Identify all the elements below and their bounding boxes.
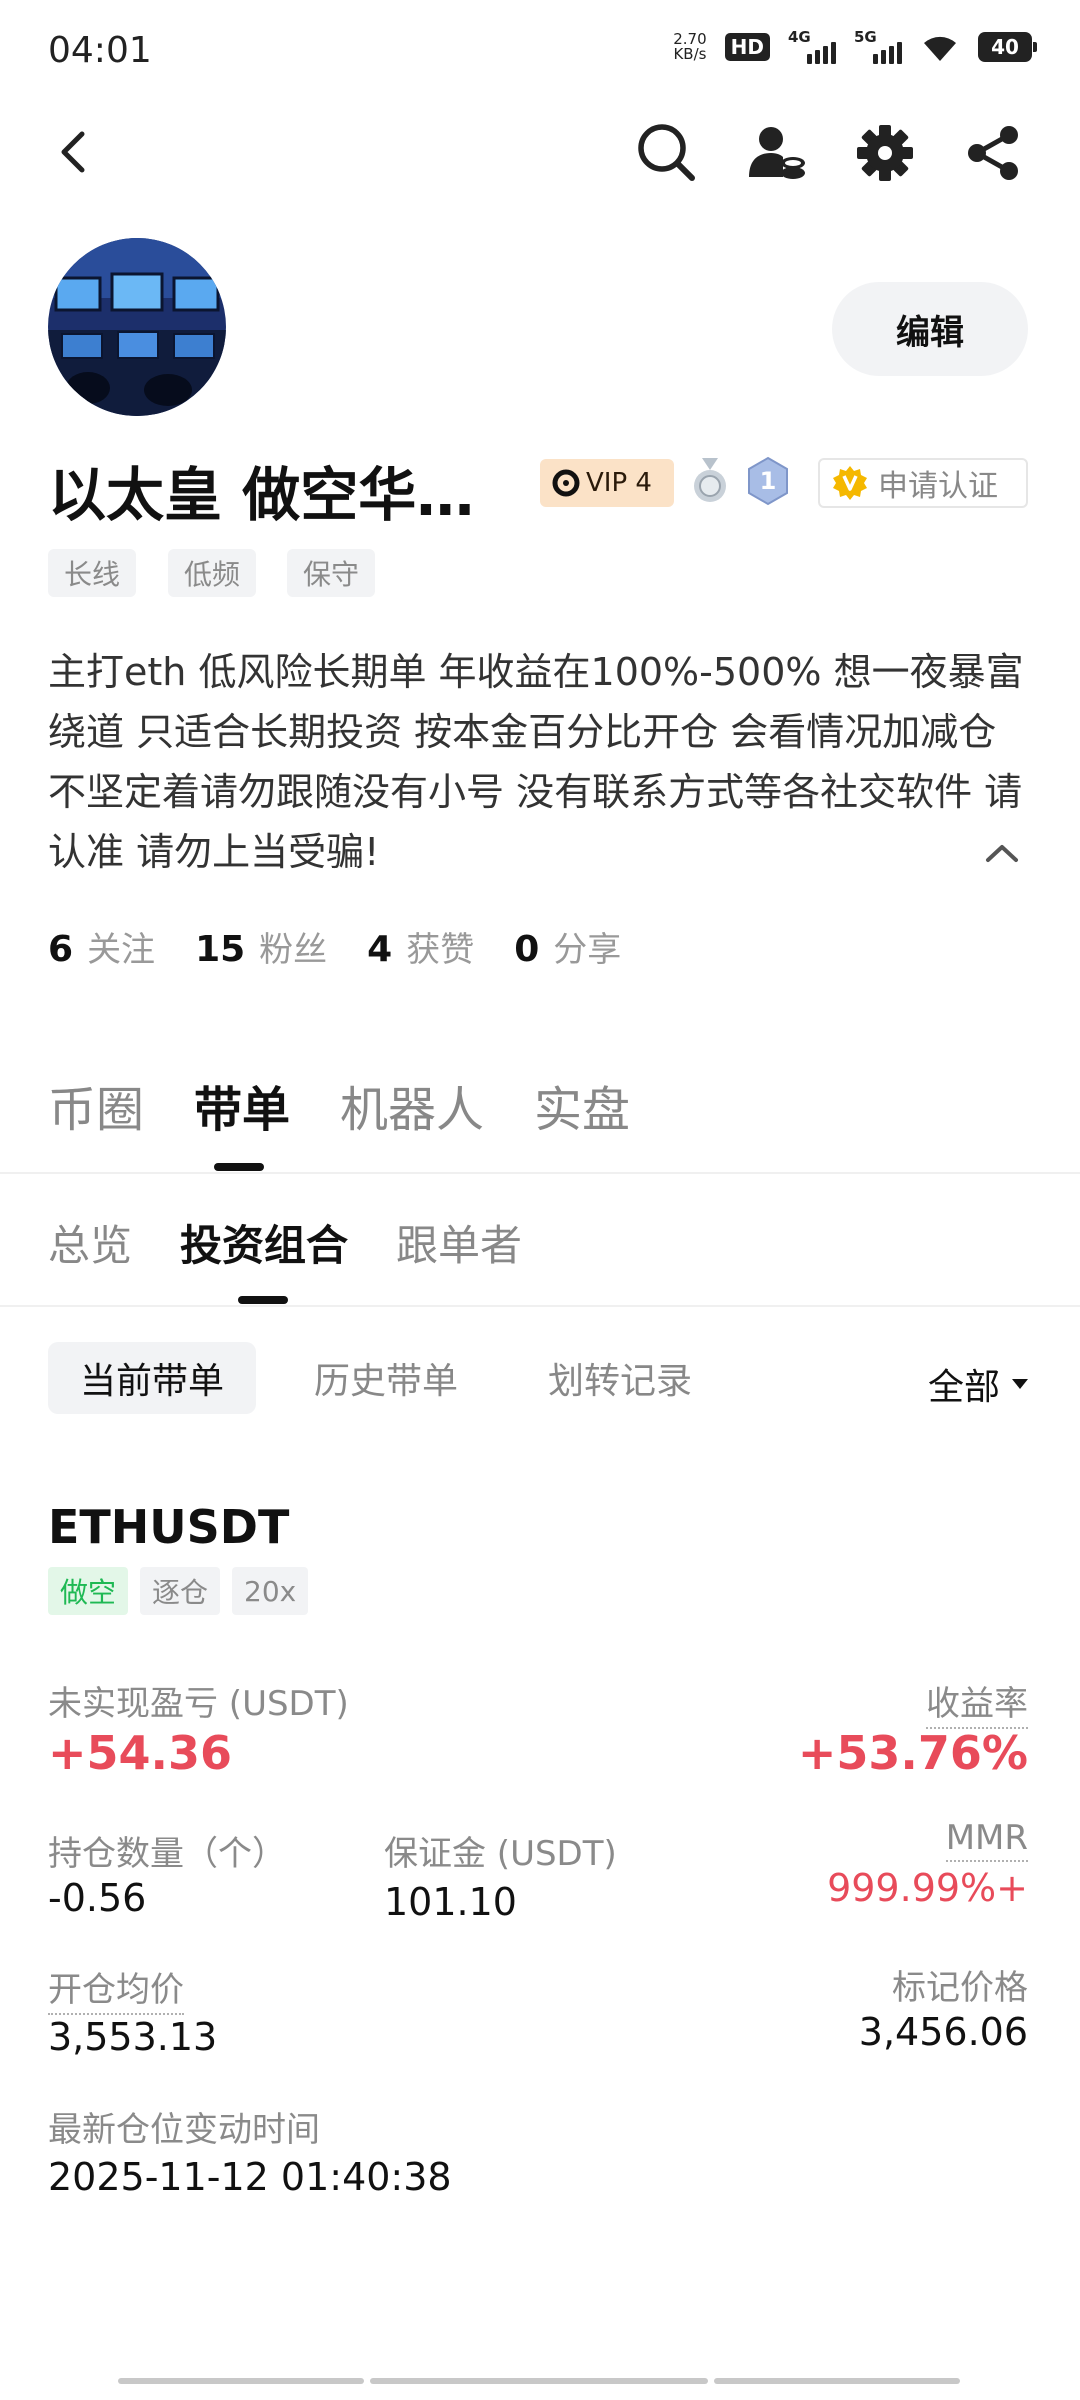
last-update-value: 2025-11-12 01:40:38 xyxy=(48,2155,452,2199)
margin-value: 101.10 xyxy=(384,1880,517,1924)
quantity-label: 持仓数量（个） xyxy=(48,1834,286,1874)
trait-tag: 保守 xyxy=(287,549,376,597)
filter-history-orders[interactable]: 历史带单 xyxy=(282,1342,490,1414)
silver-medal-icon[interactable] xyxy=(690,458,732,508)
hd-icon: HD xyxy=(724,33,770,61)
status-icons: 2.70 KB/s HD 4G 5G 40 xyxy=(673,28,1037,64)
mark-price-value: 3,456.06 xyxy=(858,2010,1028,2054)
gear-icon[interactable] xyxy=(850,118,920,188)
apply-verification-button[interactable]: 申请认证 xyxy=(818,458,1028,508)
user-coin-icon[interactable] xyxy=(742,118,812,188)
tab-portfolio[interactable]: 投资组合 xyxy=(180,1212,348,1273)
level-hexagon-icon[interactable]: 1 xyxy=(746,456,790,506)
trait-tag: 长线 xyxy=(48,549,137,597)
main-tabs: 币圈 带单 机器人 实盘 xyxy=(48,1070,630,1140)
vip-level-icon xyxy=(552,469,580,497)
likes-stat[interactable]: 4 获赞 xyxy=(367,922,474,971)
battery-icon: 40 xyxy=(978,32,1037,62)
tab-live[interactable]: 实盘 xyxy=(534,1070,630,1140)
isolated-tag: 逐仓 xyxy=(140,1567,221,1615)
home-indicator xyxy=(370,2378,708,2384)
filter-all-dropdown[interactable]: 全部 xyxy=(928,1358,1028,1410)
verify-label: 申请认证 xyxy=(878,469,998,504)
search-icon[interactable] xyxy=(632,118,702,188)
tab-bots[interactable]: 机器人 xyxy=(340,1070,484,1140)
sim1-label: 4G xyxy=(788,28,811,46)
tab-crypto-circle[interactable]: 币圈 xyxy=(48,1070,144,1140)
chevron-up-icon[interactable] xyxy=(982,840,1022,870)
profile-bio: 主打eth 低风险长期单 年收益在100%-500% 想一夜暴富绕道 只适合长期… xyxy=(48,650,1024,874)
roi-label[interactable]: 收益率 xyxy=(926,1676,1028,1729)
shares-stat[interactable]: 0 分享 xyxy=(514,922,621,971)
quantity-value: -0.56 xyxy=(48,1876,147,1920)
net-speed: 2.70 KB/s xyxy=(673,32,706,62)
entry-price-label[interactable]: 开仓均价 xyxy=(48,1962,184,2015)
mmr-value: 999.99%+ xyxy=(827,1866,1028,1910)
unrealized-pnl-value: +54.36 xyxy=(48,1726,233,1780)
vip-label: VIP 4 xyxy=(586,468,652,498)
filter-row: 当前带单 历史带单 划转记录 xyxy=(48,1342,724,1414)
stat-label: 粉丝 xyxy=(259,930,328,970)
verified-badge-icon xyxy=(833,466,867,500)
signal-4g-icon: 4G xyxy=(788,28,836,64)
signal-5g-icon: 5G xyxy=(854,28,902,64)
stat-label: 获赞 xyxy=(406,930,475,970)
share-icon[interactable] xyxy=(958,118,1028,188)
entry-price-value: 3,553.13 xyxy=(48,2015,218,2059)
roi-value: +53.76% xyxy=(797,1726,1028,1780)
followers-stat[interactable]: 15 粉丝 xyxy=(195,922,327,971)
filter-current-orders[interactable]: 当前带单 xyxy=(48,1342,257,1414)
home-indicator xyxy=(118,2378,364,2384)
stat-label: 关注 xyxy=(87,930,156,970)
filter-all-label: 全部 xyxy=(927,1367,1000,1408)
status-time: 04:01 xyxy=(48,30,152,71)
following-stat[interactable]: 6 关注 xyxy=(48,922,155,971)
divider xyxy=(0,1305,1080,1307)
sim2-label: 5G xyxy=(854,28,877,46)
stat-number: 4 xyxy=(367,929,393,970)
profile-stats: 6 关注 15 粉丝 4 获赞 0 分享 xyxy=(48,922,621,971)
leverage-tag: 20x xyxy=(232,1567,309,1615)
filter-transfer-records[interactable]: 划转记录 xyxy=(516,1342,724,1414)
avatar[interactable] xyxy=(48,238,226,416)
main-tab-indicator xyxy=(214,1163,264,1171)
short-tag: 做空 xyxy=(48,1567,129,1615)
back-icon[interactable] xyxy=(44,122,104,182)
position-symbol[interactable]: ETHUSDT xyxy=(48,1500,289,1554)
edit-profile-button[interactable]: 编辑 xyxy=(832,282,1028,376)
vip-badge[interactable]: VIP 4 xyxy=(540,459,674,507)
mmr-label[interactable]: MMR xyxy=(945,1818,1028,1862)
username: 以太皇 做空华… xyxy=(48,461,475,529)
stat-label: 分享 xyxy=(553,930,622,970)
sub-tab-indicator xyxy=(238,1296,288,1304)
stat-number: 6 xyxy=(48,929,74,970)
stat-number: 15 xyxy=(195,929,246,970)
home-indicator xyxy=(714,2378,960,2384)
divider xyxy=(0,1172,1080,1174)
sub-tabs: 总览 投资组合 跟单者 xyxy=(48,1212,522,1273)
unrealized-pnl-label: 未实现盈亏 (USDT) xyxy=(48,1684,349,1724)
position-tags: 做空 逐仓 20x xyxy=(48,1567,309,1615)
wifi-icon xyxy=(924,36,956,61)
mark-price-label: 标记价格 xyxy=(892,1968,1028,2008)
caret-down-icon xyxy=(1012,1379,1028,1389)
trait-tag: 低频 xyxy=(168,549,257,597)
tab-copy-trading[interactable]: 带单 xyxy=(194,1070,290,1140)
margin-label: 保证金 (USDT) xyxy=(384,1834,617,1874)
stat-number: 0 xyxy=(514,929,540,970)
net-speed-unit: KB/s xyxy=(673,45,707,63)
level-number: 1 xyxy=(759,467,777,495)
tab-overview[interactable]: 总览 xyxy=(48,1212,132,1273)
last-update-label: 最新仓位变动时间 xyxy=(48,2110,320,2150)
tab-followers[interactable]: 跟单者 xyxy=(396,1212,522,1273)
